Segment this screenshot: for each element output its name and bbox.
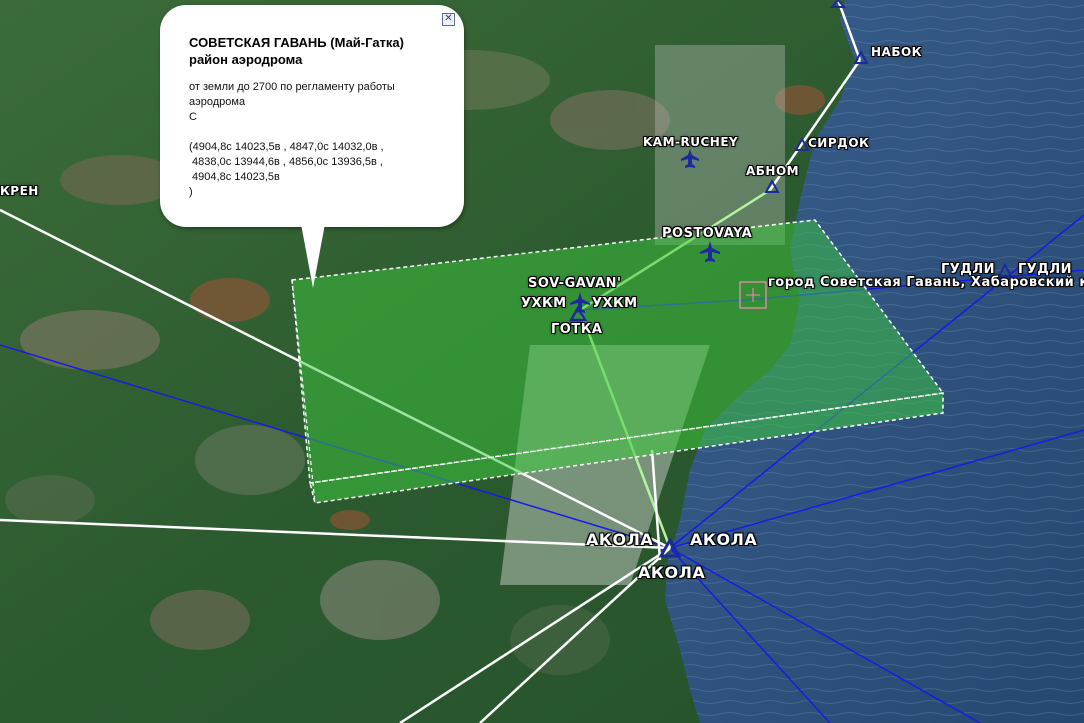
label-akola-bottom: АКОЛА bbox=[638, 563, 706, 582]
label-uhkm-right: УХКМ bbox=[592, 296, 638, 311]
popup-title: СОВЕТСКАЯ ГАВАНЬ (Май-Гатка) район аэрод… bbox=[189, 34, 439, 68]
label-sov-gavan: SOV-GAVAN' bbox=[528, 276, 622, 291]
popup-title-line1: СОВЕТСКАЯ ГАВАНЬ (Май-Гатка) bbox=[189, 35, 404, 50]
label-gudli-1: ГУДЛИ bbox=[941, 262, 996, 277]
popup-body: от земли до 2700 по регламенту работы аэ… bbox=[189, 80, 439, 200]
label-city: город Советская Гавань, Хабаровский к bbox=[768, 275, 1084, 290]
close-icon[interactable]: ✕ bbox=[442, 13, 455, 26]
popup-limits: от земли до 2700 по регламенту работы аэ… bbox=[189, 81, 395, 108]
label-akola-right: АКОЛА bbox=[690, 530, 758, 549]
label-postovaya: POSTOVAYA bbox=[662, 226, 753, 241]
label-kam-ruchey: KAM-RUCHEY bbox=[643, 135, 739, 149]
label-abnom: АБНОМ bbox=[746, 164, 800, 178]
label-akola-left: АКОЛА bbox=[586, 530, 654, 549]
label-gotka: ГОТКА bbox=[551, 322, 603, 337]
popup-coords-line2: 4838,0с 13944,6в , 4856,0с 13936,5в , bbox=[189, 156, 383, 168]
popup-title-line2: район аэродрома bbox=[189, 52, 303, 67]
popup-coords-line3: 4904,8с 14023,5в bbox=[189, 171, 280, 183]
popup-spacer bbox=[189, 125, 439, 140]
popup-coords-close: ) bbox=[189, 186, 193, 198]
label-nabok: НАБОК bbox=[871, 45, 922, 59]
label-uhkm-left: УХКМ bbox=[521, 296, 567, 311]
label-gudli-2: ГУДЛИ bbox=[1018, 262, 1073, 277]
label-kren: КРЕН bbox=[0, 184, 39, 198]
popup-tail bbox=[301, 224, 325, 288]
info-popup: ✕ СОВЕТСКАЯ ГАВАНЬ (Май-Гатка) район аэр… bbox=[160, 5, 464, 227]
popup-class: С bbox=[189, 111, 197, 123]
label-sirdok: СИРДОК bbox=[808, 136, 870, 150]
popup-coords-line1: (4904,8с 14023,5в , 4847,0с 14032,0в , bbox=[189, 141, 384, 153]
